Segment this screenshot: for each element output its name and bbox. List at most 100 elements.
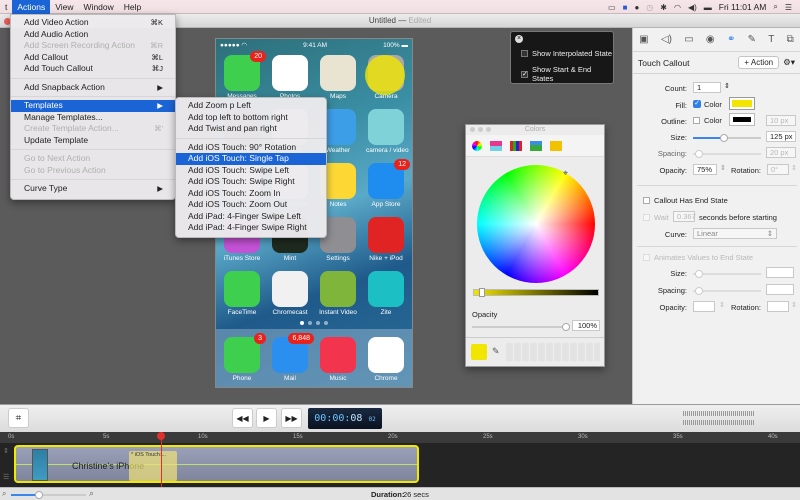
end-opacity-stepper[interactable]: ⇕ bbox=[719, 301, 725, 309]
spacing-knob[interactable] bbox=[695, 150, 703, 158]
menu-item[interactable]: Add Touch Callout ⌘J bbox=[11, 63, 175, 75]
menu-item[interactable]: Add Video Action ⌘K bbox=[11, 17, 175, 29]
dock-app-music[interactable]: Music bbox=[318, 337, 358, 382]
dock-app-mail[interactable]: 6,848 Mail bbox=[270, 333, 314, 382]
spacing-input[interactable]: 20 px bbox=[766, 147, 796, 158]
touch-callout-icon[interactable]: ⚭ bbox=[727, 34, 735, 45]
crayons-tab-icon[interactable] bbox=[550, 140, 562, 151]
dock-app-phone[interactable]: 3 Phone bbox=[222, 333, 266, 382]
color-sliders-tab-icon[interactable] bbox=[490, 140, 502, 151]
annotation-pen-icon[interactable]: ✎ bbox=[748, 34, 756, 45]
template-menu-item[interactable]: Add iOS Touch: Zoom Out bbox=[176, 199, 326, 211]
clock[interactable]: Fri 11:01 AM bbox=[719, 2, 767, 12]
bluetooth-icon[interactable]: ✱ bbox=[660, 3, 667, 12]
menu-window[interactable]: Window bbox=[79, 0, 119, 14]
video-action-icon[interactable]: ▣ bbox=[639, 34, 648, 45]
menu-item[interactable]: Manage Templates... bbox=[11, 112, 175, 124]
end-opacity-input[interactable] bbox=[693, 301, 715, 312]
zoom-in-icon[interactable]: ⌕ bbox=[89, 488, 94, 499]
crop-button[interactable]: ⌗ bbox=[8, 408, 29, 428]
image-palettes-tab-icon[interactable] bbox=[530, 140, 542, 151]
track-reorder-icon[interactable]: ⇕ bbox=[3, 447, 9, 455]
app-icon-camera-video[interactable]: camera / video bbox=[366, 109, 409, 154]
template-menu-item[interactable]: Add Zoom p Left bbox=[176, 100, 326, 112]
end-spacing-input[interactable] bbox=[766, 284, 794, 295]
fill-color-well[interactable] bbox=[729, 97, 755, 110]
template-menu-item[interactable]: Add iOS Touch: Single Tap bbox=[176, 153, 326, 165]
zoom-out-icon[interactable]: ⌕ bbox=[2, 489, 6, 499]
app-icon-messages[interactable]: 20Messages bbox=[222, 51, 266, 100]
callout-icon[interactable]: ◉ bbox=[706, 34, 715, 45]
text-icon[interactable]: T bbox=[768, 34, 774, 45]
app-icon-photos[interactable]: Photos bbox=[270, 55, 310, 100]
show-interpolated-row[interactable]: Show Interpolated State bbox=[521, 49, 612, 58]
end-state-checkbox[interactable] bbox=[643, 197, 650, 204]
evernote-icon[interactable]: ● bbox=[634, 3, 639, 12]
template-menu-item[interactable]: Add iOS Touch: 90° Rotation bbox=[176, 142, 326, 154]
video-clip[interactable]: Christine's iPhone bbox=[14, 445, 419, 483]
menu-item[interactable]: Add Callout ⌘L bbox=[11, 52, 175, 64]
menu-help[interactable]: Help bbox=[119, 0, 146, 14]
end-spacing-knob[interactable] bbox=[695, 287, 703, 295]
rewind-button[interactable]: ◀◀ bbox=[232, 408, 253, 428]
color-swatches-grid[interactable] bbox=[506, 343, 600, 361]
template-menu-item[interactable]: Add Twist and pan right bbox=[176, 123, 326, 135]
rotation-input[interactable]: 0° bbox=[767, 164, 789, 175]
add-action-button[interactable]: + Action bbox=[738, 56, 780, 69]
color-picker-crosshair-icon[interactable]: ⌖ bbox=[563, 168, 568, 179]
close-icon[interactable]: × bbox=[515, 35, 523, 43]
count-input[interactable]: 1 bbox=[693, 82, 721, 93]
template-menu-item[interactable]: Add top left to bottom right bbox=[176, 112, 326, 124]
app-icon-instant-video[interactable]: Instant Video bbox=[318, 271, 358, 316]
end-rotation-stepper[interactable]: ⇕ bbox=[791, 301, 797, 309]
battery-icon[interactable]: ▬ bbox=[704, 3, 712, 12]
screen-icon[interactable]: ▭ bbox=[684, 34, 693, 45]
app-icon-chromecast[interactable]: Chromecast bbox=[270, 271, 310, 316]
brightness-slider[interactable] bbox=[473, 288, 599, 297]
color-palettes-tab-icon[interactable] bbox=[510, 140, 522, 151]
size-slider[interactable] bbox=[693, 134, 761, 142]
colors-close-button[interactable] bbox=[470, 127, 475, 132]
opacity-stepper[interactable]: ⇕ bbox=[720, 164, 726, 172]
menu-item[interactable]: Templates ▶ bbox=[11, 100, 175, 112]
timeline-ruler[interactable]: 0s 5s 10s 15s 20s 25s 30s 35s 40s bbox=[0, 432, 800, 443]
audio-action-icon[interactable]: ◁) bbox=[661, 34, 672, 45]
app-icon-facetime[interactable]: FaceTime bbox=[222, 271, 262, 316]
brightness-knob[interactable] bbox=[479, 288, 485, 297]
fast-forward-button[interactable]: ▶▶ bbox=[281, 408, 302, 428]
color-wheel[interactable] bbox=[477, 165, 595, 283]
template-menu-item[interactable]: Add iOS Touch: Zoom In bbox=[176, 188, 326, 200]
end-size-slider[interactable] bbox=[693, 270, 761, 278]
opacity-input[interactable]: 75% bbox=[693, 164, 717, 175]
rotation-stepper[interactable]: ⇕ bbox=[791, 164, 797, 172]
size-input[interactable]: 125 px bbox=[766, 131, 796, 142]
app-icon[interactable]: ■ bbox=[623, 3, 628, 12]
wait-checkbox[interactable] bbox=[643, 214, 650, 221]
touch-callout-clip[interactable]: * iOS Touch:... bbox=[129, 451, 177, 481]
opacity-input[interactable]: 100% bbox=[572, 320, 600, 331]
colors-minimize-button[interactable] bbox=[478, 127, 483, 132]
screen-record-icon[interactable]: ▭ bbox=[608, 3, 616, 12]
playhead[interactable] bbox=[161, 432, 163, 487]
color-wheel-tab-icon[interactable] bbox=[472, 140, 482, 151]
show-start-end-checkbox[interactable]: ✓ bbox=[521, 70, 528, 78]
app-icon-nike-ipod[interactable]: Nike + iPod bbox=[366, 217, 406, 262]
menu-actions[interactable]: Actions bbox=[12, 0, 51, 14]
wifi-icon[interactable]: ◠ bbox=[674, 3, 681, 12]
end-size-input[interactable] bbox=[766, 267, 794, 278]
show-interpolated-checkbox[interactable] bbox=[521, 50, 528, 57]
end-rotation-input[interactable] bbox=[767, 301, 789, 312]
spacing-slider[interactable] bbox=[693, 150, 761, 158]
timeline-zoom-slider[interactable] bbox=[11, 491, 86, 499]
template-icon[interactable]: ⧉ bbox=[787, 34, 794, 45]
size-knob[interactable] bbox=[720, 134, 728, 142]
end-spacing-slider[interactable] bbox=[693, 287, 761, 295]
menu-item[interactable]: Curve Type ▶ bbox=[11, 183, 175, 195]
play-button[interactable]: ▶ bbox=[256, 408, 277, 428]
track-menu-icon[interactable]: ☰ bbox=[3, 473, 9, 481]
timeline-zoom-knob[interactable] bbox=[35, 491, 43, 499]
eyedropper-icon[interactable]: ✎ bbox=[492, 346, 500, 357]
notification-center-icon[interactable]: ☰ bbox=[785, 3, 792, 12]
colors-zoom-button[interactable] bbox=[486, 127, 491, 132]
opacity-slider[interactable] bbox=[472, 323, 570, 331]
